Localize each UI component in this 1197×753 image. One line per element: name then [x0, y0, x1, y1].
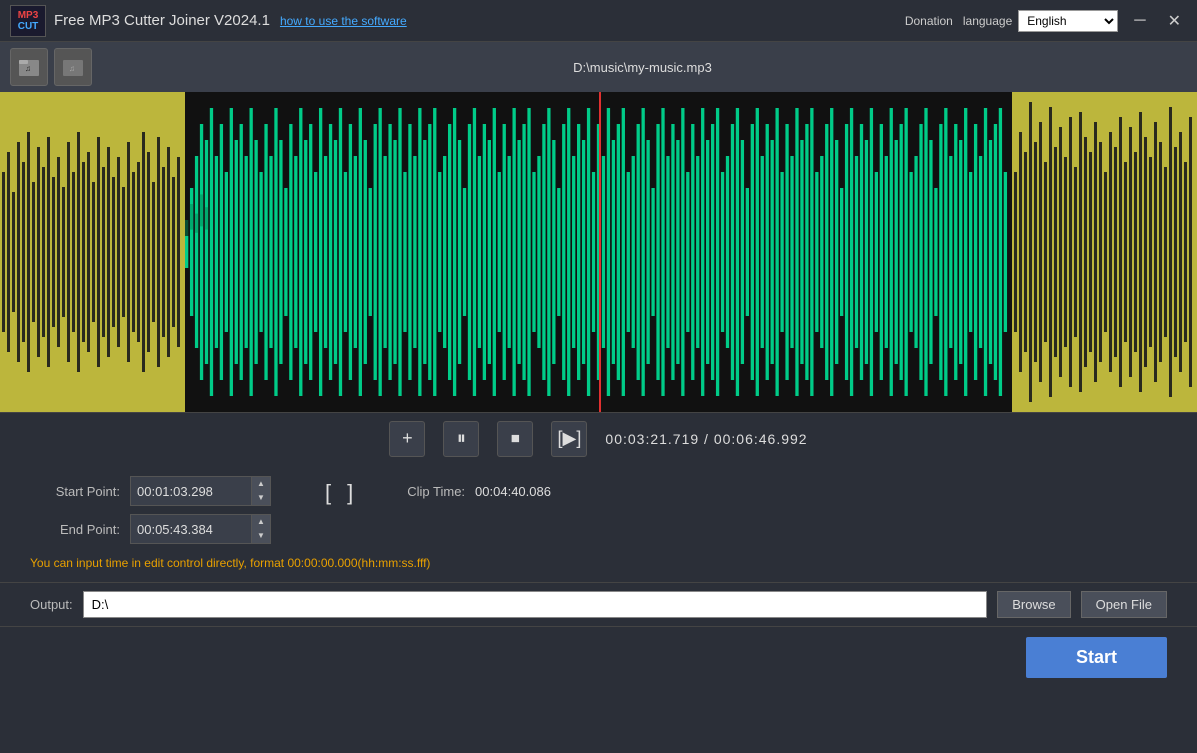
stop-button[interactable]: ⏹ — [497, 421, 533, 457]
app-logo: MP3 CUT — [10, 5, 46, 37]
bracket-close-button[interactable]: ] — [343, 480, 357, 506]
file-path: D:\music\my-music.mp3 — [98, 60, 1187, 75]
browse-button[interactable]: Browse — [997, 591, 1070, 618]
output-path-input[interactable] — [83, 591, 988, 618]
end-point-label: End Point: — [30, 522, 120, 537]
donation-link[interactable]: Donation — [905, 14, 953, 28]
right-trim-handle[interactable] — [1012, 92, 1197, 412]
end-time-input[interactable] — [131, 518, 251, 541]
svg-text:♫: ♫ — [25, 64, 31, 73]
open-file-button-output[interactable]: Open File — [1081, 591, 1167, 618]
end-point-row: End Point: ▲ ▼ — [30, 514, 271, 544]
bracket-open-button[interactable]: [ — [321, 480, 335, 506]
output-label: Output: — [30, 597, 73, 612]
clip-time-label: Clip Time: — [407, 484, 465, 499]
time-divider: / — [704, 431, 714, 447]
playhead[interactable] — [599, 92, 601, 412]
logo-mp3: MP3 — [18, 10, 39, 21]
edit-section: Start Point: ▲ ▼ End Point: ▲ ▼ — [0, 464, 1197, 582]
logo-cut: CUT — [18, 21, 39, 32]
controls-bar: + ⏸ ⏹ [▶] 00:03:21.719 / 00:06:46.992 — [0, 412, 1197, 464]
start-point-label: Start Point: — [30, 484, 120, 499]
language-select[interactable]: English Chinese French German Spanish — [1018, 10, 1118, 32]
close-button[interactable]: ✕ — [1162, 9, 1187, 33]
waveform-display[interactable] — [185, 92, 1012, 412]
start-button[interactable]: Start — [1026, 637, 1167, 678]
start-time-up[interactable]: ▲ — [252, 477, 270, 491]
start-time-input-box: ▲ ▼ — [130, 476, 271, 506]
play-segment-button[interactable]: [▶] — [551, 421, 587, 457]
start-time-spinner: ▲ ▼ — [251, 477, 270, 505]
toolbar: ♫ ♫ D:\music\my-music.mp3 — [0, 42, 1197, 92]
waveform-container[interactable] — [0, 92, 1197, 412]
end-time-spinner: ▲ ▼ — [251, 515, 270, 543]
titlebar: MP3 CUT Free MP3 Cutter Joiner V2024.1 h… — [0, 0, 1197, 42]
total-time: 00:06:46.992 — [714, 431, 808, 447]
help-link[interactable]: how to use the software — [280, 14, 407, 28]
output-bar: Output: Browse Open File — [0, 582, 1197, 626]
start-time-input[interactable] — [131, 480, 251, 503]
add-file-button[interactable]: ♫ — [54, 48, 92, 86]
hint-text: You can input time in edit control direc… — [30, 556, 1167, 570]
add-marker-button[interactable]: + — [389, 421, 425, 457]
start-time-down[interactable]: ▼ — [252, 491, 270, 505]
end-time-input-box: ▲ ▼ — [130, 514, 271, 544]
time-display: 00:03:21.719 / 00:06:46.992 — [605, 431, 807, 447]
clip-time-value: 00:04:40.086 — [475, 484, 551, 499]
start-point-row: Start Point: ▲ ▼ — [30, 476, 271, 506]
svg-text:♫: ♫ — [69, 64, 75, 73]
app-title: Free MP3 Cutter Joiner V2024.1 — [54, 12, 270, 29]
end-time-up[interactable]: ▲ — [252, 515, 270, 529]
minimize-button[interactable]: ─ — [1128, 10, 1151, 32]
language-label: language — [963, 14, 1012, 28]
open-file-button[interactable]: ♫ — [10, 48, 48, 86]
pause-button[interactable]: ⏸ — [443, 421, 479, 457]
start-bar: Start — [0, 626, 1197, 688]
end-time-down[interactable]: ▼ — [252, 529, 270, 543]
current-time: 00:03:21.719 — [605, 431, 699, 447]
left-trim-handle[interactable] — [0, 92, 185, 412]
